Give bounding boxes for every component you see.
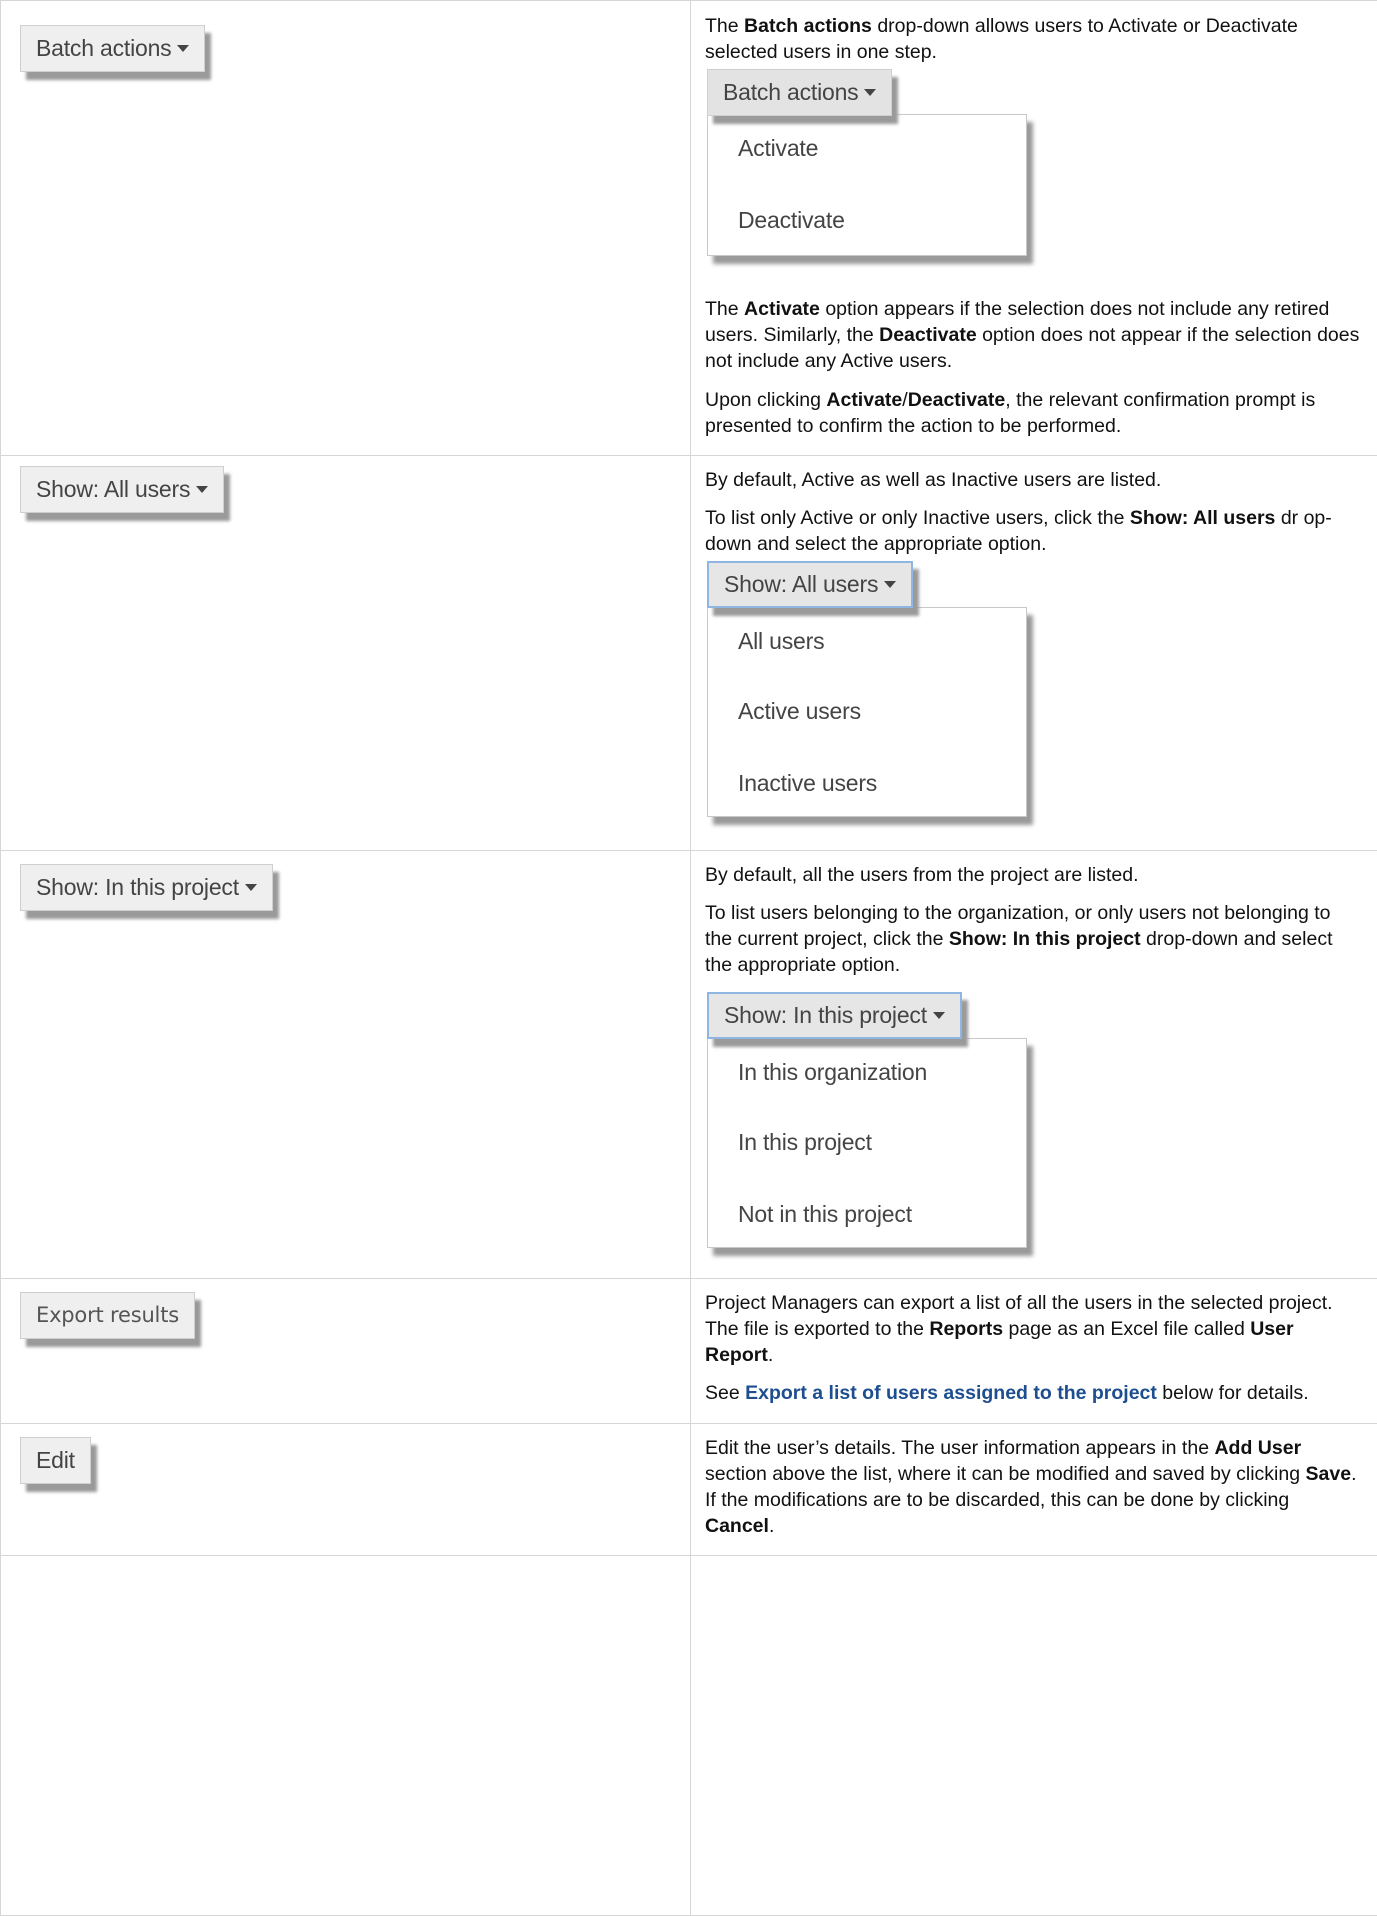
menu-item-in-this-organization: In this organization bbox=[708, 1039, 1026, 1107]
left-cell: Edit bbox=[1, 1424, 691, 1556]
table-row: Show: In this project By default, all th… bbox=[1, 851, 1377, 1279]
bold-text: Save bbox=[1306, 1463, 1352, 1485]
show-in-this-project-dropdown-image: Show: In this project In this organizati… bbox=[707, 992, 1360, 1248]
dropdown-menu: In this organization In this project Not… bbox=[707, 1038, 1027, 1248]
show-all-users-dropdown-image: Show: All users All users Active users I… bbox=[707, 561, 1360, 817]
dropdown-menu: Activate Deactivate bbox=[707, 114, 1027, 256]
bold-text: Show: All users bbox=[1130, 507, 1276, 529]
menu-item-in-this-project: In this project bbox=[708, 1107, 1026, 1177]
bold-text: Deactivate bbox=[908, 389, 1006, 411]
export-users-link[interactable]: Export a list of users assigned to the p… bbox=[745, 1382, 1157, 1404]
caret-down-icon bbox=[884, 581, 896, 588]
table-row: Export results Project Managers can expo… bbox=[1, 1279, 1377, 1424]
edit-button-image: Edit bbox=[20, 1437, 91, 1484]
show-in-this-project-button-image: Show: In this project bbox=[707, 992, 962, 1039]
caret-down-icon bbox=[245, 884, 257, 891]
paragraph: Upon clicking Activate/Deactivate, the r… bbox=[705, 387, 1360, 439]
bold-text: Add User bbox=[1214, 1437, 1301, 1459]
caret-down-icon bbox=[864, 89, 876, 96]
right-cell: By default, Active as well as Inactive u… bbox=[691, 456, 1377, 851]
show-all-users-button-image: Show: All users bbox=[20, 466, 224, 513]
bold-text: Show: In this project bbox=[949, 928, 1141, 950]
batch-actions-dropdown-image: Batch actions Activate Deactivate bbox=[707, 69, 1360, 256]
right-cell bbox=[691, 1556, 1377, 1916]
table-row: Edit Edit the user’s details. The user i… bbox=[1, 1424, 1377, 1556]
caret-down-icon bbox=[933, 1012, 945, 1019]
doc-table: Batch actions The Batch actions drop-dow… bbox=[0, 0, 1377, 1916]
menu-item-activate: Activate bbox=[708, 115, 1026, 183]
button-label: Show: In this project bbox=[724, 1002, 927, 1028]
button-label: Export results bbox=[36, 1303, 179, 1327]
right-cell: Project Managers can export a list of al… bbox=[691, 1279, 1377, 1424]
right-cell: By default, all the users from the proje… bbox=[691, 851, 1377, 1279]
button-label: Batch actions bbox=[36, 35, 171, 61]
text: . bbox=[769, 1515, 774, 1537]
bold-text: Cancel bbox=[705, 1515, 769, 1537]
menu-item-all-users: All users bbox=[708, 608, 1026, 676]
text: See bbox=[705, 1382, 745, 1404]
text: . bbox=[768, 1344, 773, 1366]
table-row bbox=[1, 1556, 1377, 1916]
text: Edit the user’s details. The user inform… bbox=[705, 1437, 1214, 1459]
paragraph: See Export a list of users assigned to t… bbox=[705, 1380, 1360, 1406]
text: page as an Excel file called bbox=[1003, 1318, 1250, 1340]
button-label: Show: All users bbox=[724, 571, 878, 597]
bold-text: Deactivate bbox=[879, 324, 977, 346]
button-label: Show: In this project bbox=[36, 874, 239, 900]
text: To list only Active or only Inactive use… bbox=[705, 507, 1130, 529]
button-label: Batch actions bbox=[723, 79, 858, 105]
left-cell: Export results bbox=[1, 1279, 691, 1424]
caret-down-icon bbox=[196, 486, 208, 493]
show-in-this-project-button-image: Show: In this project bbox=[20, 864, 273, 911]
menu-item-deactivate: Deactivate bbox=[708, 183, 1026, 253]
paragraph: To list users belonging to the organizat… bbox=[705, 900, 1360, 978]
bold-text: Reports bbox=[929, 1318, 1003, 1340]
paragraph: Edit the user’s details. The user inform… bbox=[705, 1435, 1360, 1539]
left-cell: Show: In this project bbox=[1, 851, 691, 1279]
batch-actions-button-image: Batch actions bbox=[707, 69, 892, 116]
button-label: Edit bbox=[36, 1447, 75, 1473]
right-cell: The Batch actions drop-down allows users… bbox=[691, 1, 1377, 456]
left-cell: Batch actions bbox=[1, 1, 691, 456]
batch-actions-button-image: Batch actions bbox=[20, 25, 205, 72]
text: below for details. bbox=[1157, 1382, 1309, 1404]
table-row: Batch actions The Batch actions drop-dow… bbox=[1, 1, 1377, 456]
text: By default, all the users from the proje… bbox=[705, 864, 1139, 886]
bold-text: Activate bbox=[826, 389, 902, 411]
menu-item-not-in-this-project: Not in this project bbox=[708, 1177, 1026, 1247]
left-cell: Show: All users bbox=[1, 456, 691, 851]
menu-item-active-users: Active users bbox=[708, 676, 1026, 746]
text: By default, Active as well as Inactive u… bbox=[705, 469, 1161, 491]
left-cell bbox=[1, 1556, 691, 1916]
dropdown-menu: All users Active users Inactive users bbox=[707, 607, 1027, 817]
paragraph: By default, Active as well as Inactive u… bbox=[705, 467, 1360, 493]
paragraph: By default, all the users from the proje… bbox=[705, 862, 1360, 888]
table-row: Show: All users By default, Active as we… bbox=[1, 456, 1377, 851]
text: The bbox=[705, 298, 744, 320]
text: The bbox=[705, 15, 744, 37]
export-results-button-image: Export results bbox=[20, 1292, 195, 1339]
menu-item-inactive-users: Inactive users bbox=[708, 746, 1026, 816]
caret-down-icon bbox=[177, 45, 189, 52]
paragraph: The Batch actions drop-down allows users… bbox=[705, 13, 1360, 65]
text: section above the list, where it can be … bbox=[705, 1463, 1306, 1485]
bold-text: Batch actions bbox=[744, 15, 872, 37]
paragraph: Project Managers can export a list of al… bbox=[705, 1290, 1360, 1368]
bold-text: Activate bbox=[744, 298, 820, 320]
paragraph: To list only Active or only Inactive use… bbox=[705, 505, 1360, 557]
right-cell: Edit the user’s details. The user inform… bbox=[691, 1424, 1377, 1556]
text: Upon clicking bbox=[705, 389, 826, 411]
button-label: Show: All users bbox=[36, 476, 190, 502]
paragraph: The Activate option appears if the selec… bbox=[705, 296, 1360, 374]
show-all-users-button-image: Show: All users bbox=[707, 561, 913, 608]
